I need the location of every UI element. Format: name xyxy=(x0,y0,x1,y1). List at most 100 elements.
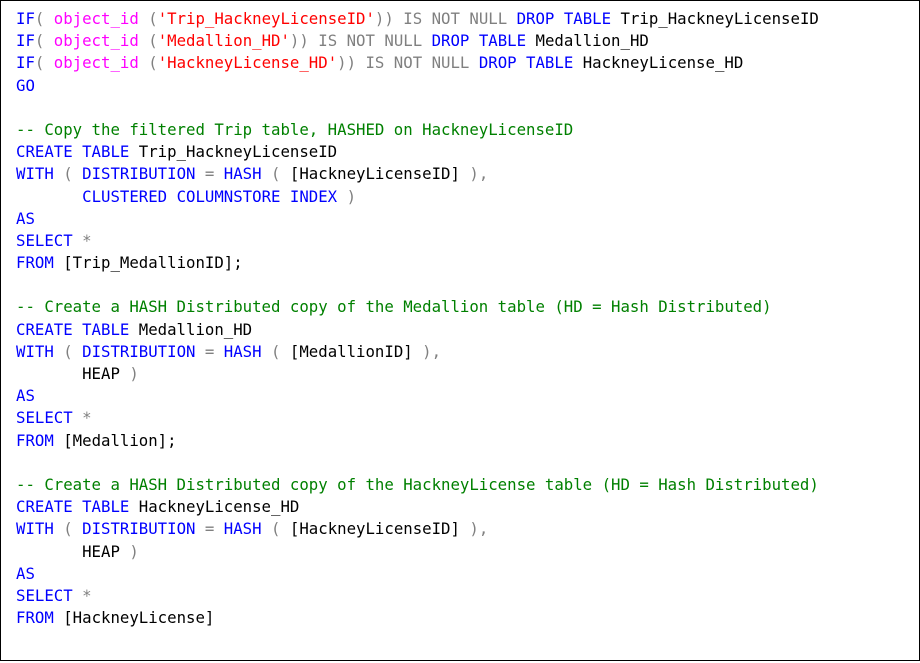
code-token: ) xyxy=(129,541,139,561)
code-token: DROP TABLE xyxy=(431,31,536,51)
code-line: SELECT * xyxy=(16,585,819,607)
code-token: GO xyxy=(16,75,35,95)
code-line: CLUSTERED COLUMNSTORE INDEX ) xyxy=(16,186,819,208)
code-token: IF xyxy=(16,9,35,28)
code-token: HEAP xyxy=(16,364,130,383)
code-line: AS xyxy=(16,385,819,407)
code-line: HEAP ) xyxy=(16,363,819,385)
code-token: ( xyxy=(271,519,290,539)
code-token: ), xyxy=(422,341,442,361)
code-token: DISTRIBUTION xyxy=(82,519,205,539)
code-token: HackneyLicense_HD xyxy=(138,497,300,517)
code-line: IF( object_id ('Medallion_HD')) IS NOT N… xyxy=(16,30,819,52)
code-token: ( xyxy=(138,31,158,51)
code-token: ( xyxy=(34,53,54,73)
code-token: [Trip_MedallionID]; xyxy=(63,253,243,273)
code-line: IF( object_id ('Trip_HackneyLicenseID'))… xyxy=(16,8,819,30)
code-token: 'Trip_HackneyLicenseID' xyxy=(157,9,375,28)
code-token: AS xyxy=(16,386,35,406)
code-token: DISTRIBUTION xyxy=(82,341,205,361)
code-token: [HackneyLicense] xyxy=(63,608,215,628)
code-token: * xyxy=(82,408,92,428)
code-token: -- Create a HASH Distributed copy of the… xyxy=(16,474,819,494)
code-token: HEAP xyxy=(16,541,130,561)
code-line: CREATE TABLE HackneyLicense_HD xyxy=(16,496,819,518)
code-token: -- Create a HASH Distributed copy of the… xyxy=(16,297,772,317)
code-token: 'Medallion_HD' xyxy=(157,31,290,51)
code-token: ( xyxy=(271,341,290,361)
code-line: SELECT * xyxy=(16,230,819,252)
code-token: SELECT xyxy=(16,230,83,250)
code-token: CREATE TABLE xyxy=(16,142,139,162)
code-token: WITH xyxy=(16,341,64,361)
code-token: object_id xyxy=(53,9,139,28)
code-line: AS xyxy=(16,563,819,585)
code-token: object_id xyxy=(53,53,139,73)
code-line: CREATE TABLE Medallion_HD xyxy=(16,319,819,341)
code-token: HackneyLicense_HD xyxy=(582,53,744,73)
code-token: -- Copy the filtered Trip table, HASHED … xyxy=(16,119,574,139)
code-line: AS xyxy=(16,208,819,230)
code-token: IS NOT NULL xyxy=(393,9,517,28)
code-token: ( xyxy=(63,341,83,361)
code-token: DROP TABLE xyxy=(478,53,583,73)
code-line: HEAP ) xyxy=(16,541,819,563)
code-token: Trip_HackneyLicenseID xyxy=(138,142,338,162)
code-token: ), xyxy=(469,164,489,184)
code-token: [Medallion]; xyxy=(63,430,177,450)
code-token: ) xyxy=(346,186,357,206)
code-token: )) xyxy=(374,9,394,28)
code-line: FROM [Trip_MedallionID]; xyxy=(16,252,819,274)
code-token: ( xyxy=(63,519,83,539)
code-line: FROM [Medallion]; xyxy=(16,430,819,452)
sql-code-block: IF( object_id ('Trip_HackneyLicenseID'))… xyxy=(16,8,819,629)
code-token: CREATE TABLE xyxy=(16,497,139,517)
code-panel: IF( object_id ('Trip_HackneyLicenseID'))… xyxy=(0,0,920,661)
code-token: ( xyxy=(138,53,158,73)
code-token: Medallion_HD xyxy=(138,319,253,339)
code-token: Medallion_HD xyxy=(535,31,649,51)
code-line: WITH ( DISTRIBUTION = HASH ( [HackneyLic… xyxy=(16,163,819,185)
code-token: CREATE TABLE xyxy=(16,319,139,339)
code-token: )) xyxy=(337,53,357,73)
code-token: ( xyxy=(34,31,54,51)
code-token: = xyxy=(204,341,224,361)
code-line: IF( object_id ('HackneyLicense_HD')) IS … xyxy=(16,52,819,74)
code-line: -- Copy the filtered Trip table, HASHED … xyxy=(16,119,819,141)
code-token: IF xyxy=(16,53,35,73)
code-token: Trip_HackneyLicenseID xyxy=(620,9,819,28)
code-token: FROM xyxy=(16,253,64,273)
code-token: ( xyxy=(271,164,290,184)
code-token: SELECT xyxy=(16,585,83,605)
code-token: AS xyxy=(16,208,35,228)
code-token: )) xyxy=(289,31,309,51)
code-token: = xyxy=(204,164,224,184)
code-token: DISTRIBUTION xyxy=(82,164,205,184)
code-token: DROP TABLE xyxy=(516,9,621,28)
code-token: IS NOT NULL xyxy=(308,31,432,51)
code-token: FROM xyxy=(16,608,64,628)
code-token: FROM xyxy=(16,430,64,450)
code-token: SELECT xyxy=(16,408,83,428)
code-token: ) xyxy=(129,364,139,383)
code-line: FROM [HackneyLicense] xyxy=(16,607,819,629)
code-line: GO xyxy=(16,75,819,97)
code-token: ( xyxy=(34,9,54,28)
code-token: object_id xyxy=(53,31,139,51)
code-token: * xyxy=(82,230,92,250)
code-token: = xyxy=(204,519,224,539)
code-token: 'HackneyLicense_HD' xyxy=(157,53,338,73)
code-token: [MedallionID] xyxy=(289,341,423,361)
code-token: HASH xyxy=(223,164,272,184)
code-line: WITH ( DISTRIBUTION = HASH ( [HackneyLic… xyxy=(16,518,819,540)
code-token: * xyxy=(82,585,92,605)
code-token: ( xyxy=(138,9,158,28)
code-line: -- Create a HASH Distributed copy of the… xyxy=(16,296,819,318)
code-token: AS xyxy=(16,563,35,583)
code-token: WITH xyxy=(16,164,64,184)
code-line: SELECT * xyxy=(16,407,819,429)
